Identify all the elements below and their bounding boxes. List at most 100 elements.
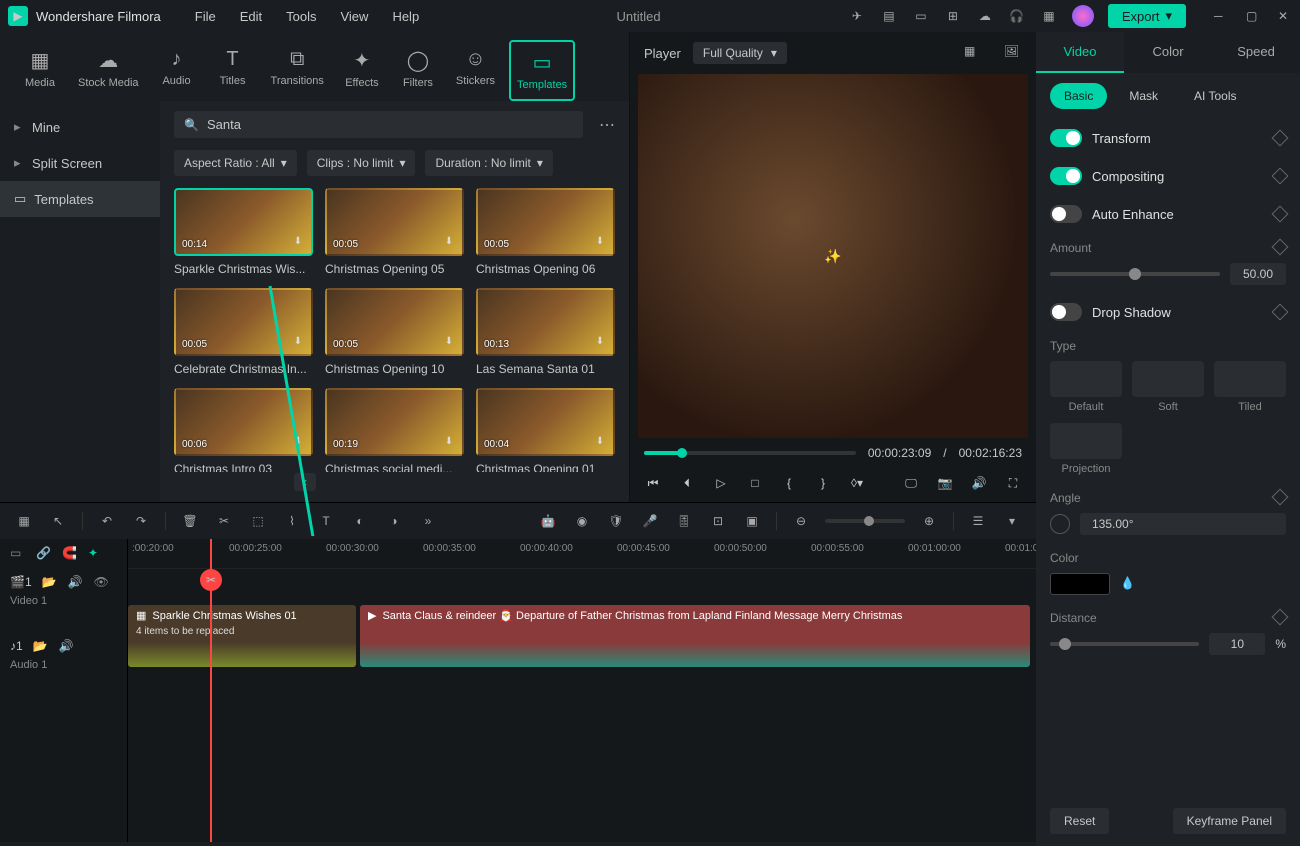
template-item[interactable]: 00:06⬇Christmas Intro 03	[174, 388, 313, 472]
fullscreen-icon[interactable]: ⛶	[1004, 474, 1022, 492]
row-drop-shadow[interactable]: Drop Shadow	[1036, 293, 1300, 331]
select-tool-icon[interactable]: ↖	[48, 511, 68, 531]
download-icon[interactable]: ⬇	[291, 336, 305, 350]
zoom-slider[interactable]	[825, 519, 905, 523]
video-track-head[interactable]: 🎬1 📂 🔊 👁 Video 1	[0, 569, 127, 633]
cloud-icon[interactable]: ☁	[976, 7, 994, 25]
play-icon[interactable]: ▷	[712, 474, 730, 492]
keyframe-panel-button[interactable]: Keyframe Panel	[1173, 808, 1286, 834]
insp-tab-color[interactable]: Color	[1124, 32, 1212, 73]
ai-icon[interactable]: 🤖	[538, 511, 558, 531]
template-item[interactable]: 00:05⬇Christmas Opening 10	[325, 288, 464, 376]
view-menu-icon[interactable]: ▾	[1002, 511, 1022, 531]
template-item[interactable]: 00:13⬇Las Semana Santa 01	[476, 288, 615, 376]
subtab-basic[interactable]: Basic	[1050, 83, 1107, 109]
marker-menu-icon[interactable]: ◊▾	[848, 474, 866, 492]
adjust-icon[interactable]: ⊡	[708, 511, 728, 531]
download-icon[interactable]: ⬇	[593, 336, 607, 350]
toggle-drop-shadow[interactable]	[1050, 303, 1082, 321]
folder-icon[interactable]: 📂	[33, 639, 49, 655]
redo-icon[interactable]: ↷	[131, 511, 151, 531]
step-back-icon[interactable]: ⏴	[678, 474, 696, 492]
sidebar-item-mine[interactable]: ▸Mine	[0, 109, 160, 145]
mute-icon[interactable]: 🔊	[59, 639, 75, 655]
amount-slider[interactable]	[1050, 272, 1220, 276]
stop-icon[interactable]: □	[746, 474, 764, 492]
mic-icon[interactable]: 🎤	[640, 511, 660, 531]
close-button[interactable]: ✕	[1278, 9, 1292, 23]
type-soft[interactable]: Soft	[1132, 361, 1204, 413]
grid-tool-icon[interactable]: ▦	[14, 511, 34, 531]
magnet-icon[interactable]: 🧲	[62, 546, 78, 562]
toggle-auto-enhance[interactable]	[1050, 205, 1082, 223]
tab-titles[interactable]: TTitles	[209, 40, 257, 101]
headphone-icon[interactable]: 🎧	[1008, 7, 1026, 25]
download-icon[interactable]: ⬇	[442, 336, 456, 350]
mark-in-icon[interactable]: {	[780, 474, 798, 492]
camera-icon[interactable]: 📷	[936, 474, 954, 492]
keyframe-icon[interactable]	[1272, 609, 1289, 626]
tab-transitions[interactable]: ⧉Transitions	[265, 40, 330, 101]
timeline-clip-1[interactable]: ▦ Sparkle Christmas Wishes 01 4 items to…	[128, 605, 356, 667]
menu-help[interactable]: Help	[382, 5, 429, 28]
export-button[interactable]: Export▾	[1108, 4, 1186, 28]
subtab-mask[interactable]: Mask	[1115, 83, 1172, 109]
library-icon[interactable]: ▤	[880, 7, 898, 25]
link-icon[interactable]: 🔗	[36, 546, 52, 562]
speed-icon[interactable]: ◐	[350, 511, 370, 531]
mute-icon[interactable]: 🔊	[68, 575, 84, 591]
folder-icon[interactable]: 📂	[42, 575, 58, 591]
display-icon[interactable]: 🖵	[902, 474, 920, 492]
slider-thumb[interactable]	[1059, 638, 1071, 650]
row-compositing[interactable]: Compositing	[1036, 157, 1300, 195]
amount-value[interactable]: 50.00	[1230, 263, 1286, 285]
snap-icon[interactable]: ✦	[88, 546, 104, 562]
record-icon[interactable]: ◉	[572, 511, 592, 531]
filter-aspect-ratio[interactable]: Aspect Ratio : All▾	[174, 150, 297, 176]
tab-filters[interactable]: ◯Filters	[394, 40, 442, 101]
row-auto-enhance[interactable]: Auto Enhance	[1036, 195, 1300, 233]
more-tools-icon[interactable]: »	[418, 511, 438, 531]
color-dropdown[interactable]	[1050, 573, 1110, 595]
zoom-out-icon[interactable]: ⊖	[791, 511, 811, 531]
tab-stock-media[interactable]: ☁Stock Media	[72, 40, 145, 101]
track-opt-icon[interactable]: ▭	[10, 546, 26, 562]
playhead-handle[interactable]: ✂	[200, 569, 222, 591]
angle-value[interactable]: 135.00°	[1080, 513, 1286, 535]
insp-tab-speed[interactable]: Speed	[1212, 32, 1300, 73]
timeline-tracks[interactable]: :00:20:0000:00:25:0000:00:30:0000:00:35:…	[128, 539, 1036, 842]
type-projection[interactable]: Projection	[1050, 423, 1122, 475]
prev-frame-icon[interactable]: ⏮	[644, 474, 662, 492]
keyframe-icon[interactable]	[1272, 304, 1289, 321]
zoom-thumb[interactable]	[864, 516, 874, 526]
menu-file[interactable]: File	[185, 5, 226, 28]
mark-out-icon[interactable]: }	[814, 474, 832, 492]
download-icon[interactable]: ⬇	[291, 436, 305, 450]
eye-icon[interactable]: 👁	[94, 575, 110, 591]
reset-button[interactable]: Reset	[1050, 808, 1109, 834]
subtab-ai-tools[interactable]: AI Tools	[1180, 83, 1250, 109]
shield-icon[interactable]: 🛡	[606, 511, 626, 531]
row-transform[interactable]: Transform	[1036, 119, 1300, 157]
type-default[interactable]: Default	[1050, 361, 1122, 413]
tab-media[interactable]: ▦Media	[16, 40, 64, 101]
insp-tab-video[interactable]: Video	[1036, 32, 1124, 73]
playhead[interactable]: ✂	[210, 539, 212, 842]
delete-icon[interactable]: 🗑	[180, 511, 200, 531]
toggle-compositing[interactable]	[1050, 167, 1082, 185]
keyframe-icon[interactable]	[1272, 168, 1289, 185]
search-input[interactable]	[207, 117, 573, 132]
render-icon[interactable]: ▣	[742, 511, 762, 531]
device-icon[interactable]: ▭	[912, 7, 930, 25]
snapshot-icon[interactable]: 🖼	[1004, 44, 1022, 62]
undo-icon[interactable]: ↶	[97, 511, 117, 531]
template-item[interactable]: 00:04⬇Christmas Opening 01	[476, 388, 615, 472]
distance-value[interactable]: 10	[1209, 633, 1265, 655]
preview-canvas[interactable]: ✨	[638, 74, 1028, 438]
template-item[interactable]: 00:05⬇Celebrate Christmas In...	[174, 288, 313, 376]
keyframe-icon[interactable]	[1272, 239, 1289, 256]
sidebar-item-split-screen[interactable]: ▸Split Screen	[0, 145, 160, 181]
download-icon[interactable]: ⬇	[593, 236, 607, 250]
timeline-ruler[interactable]: :00:20:0000:00:25:0000:00:30:0000:00:35:…	[128, 539, 1036, 569]
seek-thumb[interactable]	[677, 448, 687, 458]
